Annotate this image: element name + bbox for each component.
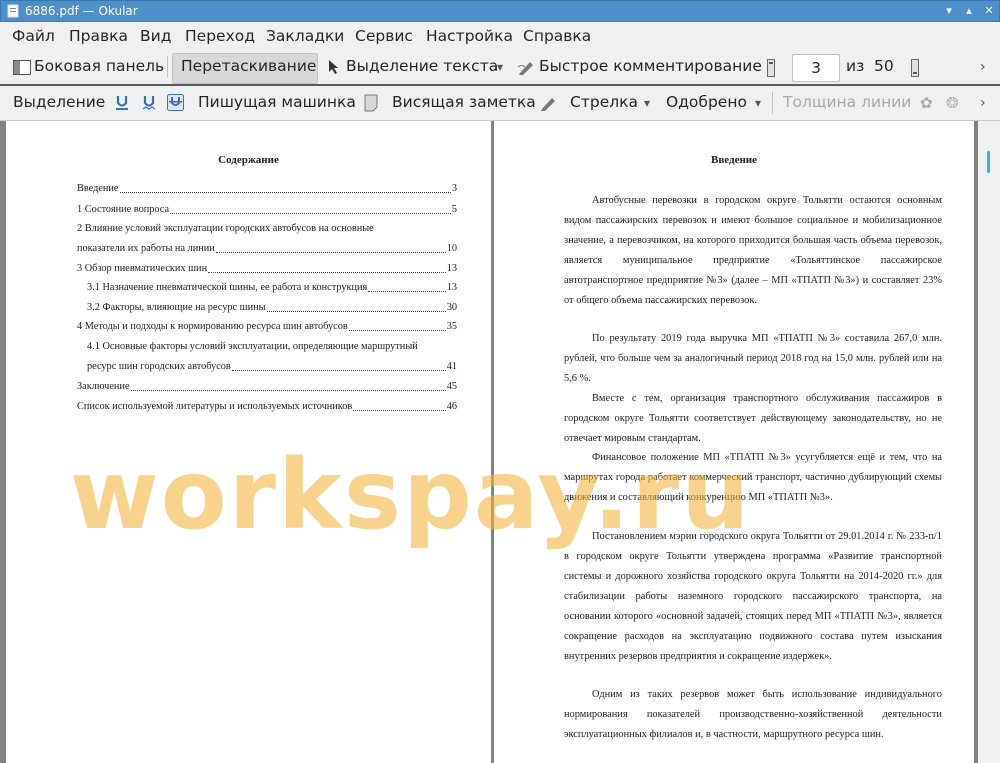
- vertical-scrollbar[interactable]: [978, 121, 1000, 763]
- toc-entry[interactable]: Список используемой литературы и использ…: [77, 400, 457, 414]
- page-of-label: из: [846, 57, 865, 75]
- toc-entry[interactable]: 3.2 Факторы, влияющие на ресурс шины 30: [87, 301, 457, 315]
- close-icon[interactable]: ✕: [983, 5, 995, 17]
- menu-bookmarks[interactable]: Закладки: [266, 27, 344, 45]
- toc-entry[interactable]: 1 Состояние вопроса 5: [77, 203, 457, 217]
- text-select-button[interactable]: Выделение текста: [346, 57, 498, 75]
- menu-go[interactable]: Переход: [185, 27, 255, 45]
- menu-tools[interactable]: Сервис: [355, 27, 413, 45]
- menu-help[interactable]: Справка: [523, 27, 591, 45]
- pdf-page-right: Введение Автобусные перевозки в городско…: [494, 121, 974, 763]
- sticky-note-icon: [364, 94, 378, 112]
- stamp-button[interactable]: Одобрено: [666, 93, 747, 111]
- annotation-toolbar: Выделение Пишущая машинка Висящая заметк…: [0, 86, 1000, 121]
- menu-file[interactable]: Файл: [12, 27, 55, 45]
- paragraph: Одним из таких резервов может быть испол…: [564, 689, 942, 740]
- strikeout-icon[interactable]: [167, 94, 184, 111]
- okular-app-icon: [7, 4, 19, 18]
- minimize-icon[interactable]: ▾: [943, 5, 955, 17]
- scrollbar-thumb[interactable]: [987, 151, 990, 173]
- toc-entry[interactable]: 3.1 Назначение пневматической шины, ее р…: [87, 281, 457, 295]
- page-number-input[interactable]: 3: [792, 54, 840, 82]
- squiggly-icon[interactable]: [142, 95, 156, 111]
- toc-entry[interactable]: Введение 3: [77, 182, 457, 196]
- arrow-pen-icon: [541, 98, 555, 111]
- toolbar-separator: [772, 92, 773, 114]
- quick-comment-button[interactable]: Быстрое комментирование: [539, 57, 762, 75]
- toolbar-overflow-icon[interactable]: ›: [980, 59, 986, 75]
- title-bar: 6886.pdf — Okular ▾ ▴ ✕: [0, 0, 1000, 22]
- toc-entry[interactable]: Заключение 45: [77, 380, 457, 394]
- page-total: 50: [874, 57, 894, 75]
- opacity-icon[interactable]: ❂: [946, 94, 959, 112]
- underline-icon[interactable]: [115, 95, 129, 111]
- typewriter-button[interactable]: Пишущая машинка: [198, 93, 356, 111]
- toc-entry[interactable]: ресурс шин городских автобусов 41: [87, 360, 457, 374]
- toc-entry-line1[interactable]: 4.1 Основные факторы условий эксплуатаци…: [87, 340, 418, 354]
- highlight-button[interactable]: Выделение: [13, 93, 105, 111]
- chevron-down-icon[interactable]: ▾: [497, 60, 503, 74]
- chevron-down-icon[interactable]: ▾: [755, 96, 761, 110]
- toc-entry[interactable]: показатели их работы на линии 10: [77, 242, 457, 256]
- drag-button[interactable]: Перетаскивание: [181, 57, 316, 75]
- paragraph: Финансовое положение МП «ТПАТП №3» усугу…: [564, 452, 942, 503]
- previous-page-icon[interactable]: [767, 59, 775, 77]
- pdf-page-left: Содержание Введение 3 1 Состояние вопроса…: [6, 121, 491, 763]
- maximize-icon[interactable]: ▴: [963, 5, 975, 17]
- color-icon[interactable]: ✿: [920, 94, 933, 112]
- sidebar-icon: [13, 60, 31, 75]
- toc-entry[interactable]: 3 Обзор пневматических шин 13: [77, 262, 457, 276]
- sticky-note-button[interactable]: Висящая заметка: [392, 93, 536, 111]
- paragraph: Автобусные перевозки в городском округе …: [564, 195, 942, 306]
- main-toolbar: Боковая панель Перетаскивание Выделение …: [0, 50, 1000, 84]
- toc-entry-line1[interactable]: 2 Влияние условий эксплуатации городских…: [77, 222, 374, 236]
- arrow-tool-button[interactable]: Стрелка: [570, 93, 638, 111]
- sidebar-button[interactable]: Боковая панель: [34, 57, 164, 75]
- window-title: 6886.pdf — Okular: [25, 4, 138, 18]
- paragraph: Постановлением мэрии городского округа Т…: [564, 531, 942, 662]
- document-view[interactable]: Содержание Введение 3 1 Состояние вопроса…: [0, 121, 1000, 763]
- toolbar-overflow-icon[interactable]: ›: [980, 95, 986, 111]
- intro-heading: Введение: [710, 154, 758, 166]
- menu-view[interactable]: Вид: [140, 27, 171, 45]
- toc-entry[interactable]: 4 Методы и подходы к нормированию ресурс…: [77, 320, 457, 334]
- menu-bar: Файл Правка Вид Переход Закладки Сервис …: [0, 22, 1000, 50]
- menu-edit[interactable]: Правка: [69, 27, 128, 45]
- menu-settings[interactable]: Настройка: [426, 27, 513, 45]
- cursor-icon: [329, 60, 338, 74]
- pen-comment-icon: [517, 62, 533, 75]
- line-width-button[interactable]: Толщина линии: [783, 93, 911, 111]
- paragraph: По результату 2019 года выручка МП «ТПАТ…: [564, 333, 942, 384]
- toolbar-separator: [167, 56, 168, 78]
- paragraph: Вместе с тем, организация транспортного …: [564, 393, 942, 444]
- chevron-down-icon[interactable]: ▾: [644, 96, 650, 110]
- next-page-icon[interactable]: [911, 59, 919, 77]
- toc-heading: Содержание: [218, 154, 279, 166]
